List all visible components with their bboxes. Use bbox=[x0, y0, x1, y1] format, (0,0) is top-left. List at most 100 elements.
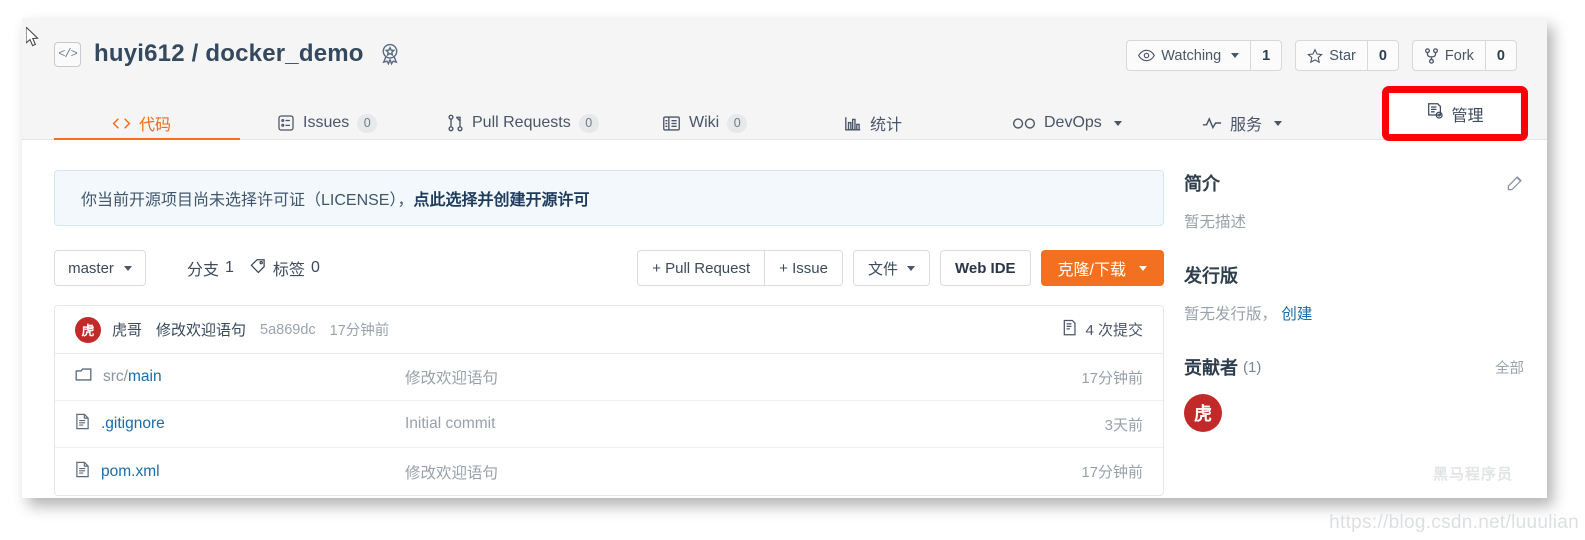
repo-sidebar: 简介 暂无描述 发行版 暂无发行版， 创建 贡献者 (1) 全部 虎 bbox=[1184, 170, 1524, 462]
wiki-icon bbox=[662, 115, 681, 132]
repo-owner-link[interactable]: huyi612 bbox=[94, 40, 185, 67]
chevron-down-icon bbox=[906, 265, 915, 271]
tag-icon bbox=[250, 258, 267, 279]
commit-message[interactable]: 修改欢迎语句 bbox=[156, 319, 246, 340]
commits-icon bbox=[1062, 319, 1078, 340]
repo-header: </> huyi612 / docker_demo Watching 1 Sta… bbox=[22, 18, 1547, 142]
tag-stat-value: 0 bbox=[310, 259, 320, 276]
watch-label: Watching bbox=[1161, 47, 1222, 64]
tab-manage[interactable]: 管理 bbox=[1390, 94, 1520, 133]
fork-label: Fork bbox=[1444, 47, 1474, 64]
contributors-all-link[interactable]: 全部 bbox=[1495, 357, 1524, 378]
new-pull-request-button[interactable]: + Pull Request bbox=[637, 250, 765, 286]
brand-watermark: 黑马程序员 bbox=[1432, 466, 1513, 483]
contributors-title-text: 贡献者 bbox=[1184, 358, 1238, 378]
tab-statistics[interactable]: 统计 bbox=[844, 106, 902, 140]
star-count: 0 bbox=[1366, 40, 1399, 71]
branch-selector-label: master bbox=[68, 259, 114, 277]
eye-icon bbox=[1138, 49, 1156, 62]
sidebar-about-title: 简介 bbox=[1184, 170, 1524, 196]
clone-download-label: 克隆/下载 bbox=[1057, 262, 1126, 279]
repo-body: 你当前开源项目尚未选择许可证（LICENSE）， 点此选择并创建开源许可 mas… bbox=[22, 140, 1547, 498]
file-name-link[interactable]: .gitignore bbox=[101, 415, 165, 433]
tab-statistics-label: 统计 bbox=[870, 117, 903, 134]
watch-count: 1 bbox=[1250, 40, 1283, 71]
commit-count-link[interactable]: 4 次提交 bbox=[1062, 319, 1143, 340]
repo-breadcrumb: </> huyi612 / docker_demo bbox=[54, 40, 403, 68]
tab-pr-label: Pull Requests bbox=[472, 114, 571, 131]
releases-empty-text: 暂无发行版， bbox=[1184, 306, 1278, 323]
chevron-down-icon bbox=[1139, 265, 1147, 271]
star-button[interactable]: Star bbox=[1295, 40, 1367, 71]
chevron-down-icon bbox=[1113, 120, 1122, 126]
service-icon bbox=[1202, 116, 1222, 130]
sidebar-releases-title: 发行版 bbox=[1184, 266, 1238, 286]
tab-manage-label: 管理 bbox=[1451, 107, 1484, 125]
fork-button-group[interactable]: Fork 0 bbox=[1411, 40, 1517, 71]
create-release-link[interactable]: 创建 bbox=[1281, 306, 1312, 323]
branch-count-link[interactable]: 分支 1 bbox=[166, 256, 234, 280]
file-name-cell[interactable]: src/main bbox=[75, 367, 405, 387]
file-name-cell[interactable]: pom.xml bbox=[75, 461, 405, 483]
tab-issues-count: 0 bbox=[357, 113, 378, 133]
fork-button[interactable]: Fork bbox=[1411, 40, 1485, 71]
contributors-count: (1) bbox=[1243, 358, 1262, 376]
contributor-avatar-list: 虎 bbox=[1184, 394, 1524, 432]
files-menu-button[interactable]: 文件 bbox=[852, 250, 930, 286]
chevron-down-icon bbox=[123, 265, 132, 271]
table-row[interactable]: pom.xml 修改欢迎语句 17分钟前 bbox=[55, 448, 1163, 495]
commit-sha[interactable]: 5a869dc bbox=[260, 322, 316, 338]
commit-author[interactable]: 虎哥 bbox=[112, 319, 142, 340]
award-badge-icon[interactable] bbox=[377, 41, 403, 67]
pencil-icon[interactable] bbox=[1506, 174, 1524, 192]
tab-pr-count: 0 bbox=[578, 113, 599, 133]
file-name-cell[interactable]: .gitignore bbox=[75, 413, 405, 435]
tab-pull-requests[interactable]: Pull Requests 0 bbox=[447, 106, 599, 140]
new-issue-button[interactable]: + Issue bbox=[764, 250, 843, 286]
repo-page-shell: </> huyi612 / docker_demo Watching 1 Sta… bbox=[22, 18, 1547, 498]
file-commit-message: 修改欢迎语句 bbox=[405, 464, 499, 482]
license-banner-text: 你当前开源项目尚未选择许可证（LICENSE）， bbox=[81, 192, 414, 209]
about-title-text: 简介 bbox=[1184, 174, 1220, 194]
tab-issues[interactable]: Issues 0 bbox=[277, 106, 378, 140]
file-path-link[interactable]: main bbox=[128, 368, 162, 385]
file-commit-message: Initial commit bbox=[405, 415, 496, 432]
file-commit-message: 修改欢迎语句 bbox=[405, 370, 499, 387]
avatar[interactable]: 虎 bbox=[1184, 394, 1222, 432]
branch-selector[interactable]: master bbox=[54, 250, 146, 286]
tag-count-link[interactable]: 标签 0 bbox=[250, 256, 320, 280]
file-path-prefix: src/ bbox=[103, 368, 128, 385]
fork-count: 0 bbox=[1484, 40, 1517, 71]
repo-header-actions: Watching 1 Star 0 Fork 0 bbox=[1126, 40, 1517, 71]
branch-stat-value: 1 bbox=[225, 259, 234, 276]
watch-button[interactable]: Watching bbox=[1126, 40, 1251, 71]
tag-stat-label: 标签 bbox=[272, 262, 305, 279]
license-create-link[interactable]: 点此选择并创建开源许可 bbox=[413, 186, 589, 210]
file-name-link[interactable]: pom.xml bbox=[101, 463, 160, 481]
pr-icon bbox=[447, 114, 464, 132]
repo-nav-tabs: 代码 Issues 0 Pull Requests 0 Wiki 0 统计 De… bbox=[22, 106, 1547, 142]
branch-tag-stats: 分支 1 标签 0 bbox=[166, 250, 320, 286]
tab-code[interactable]: 代码 bbox=[112, 106, 171, 140]
web-ide-button[interactable]: Web IDE bbox=[939, 250, 1031, 286]
tab-services[interactable]: 服务 bbox=[1202, 106, 1283, 140]
avatar[interactable]: 虎 bbox=[75, 316, 101, 343]
code-icon bbox=[112, 116, 131, 131]
manage-icon bbox=[1426, 102, 1444, 125]
sidebar-releases-section: 发行版 暂无发行版， 创建 bbox=[1184, 262, 1524, 324]
clone-download-button[interactable]: 克隆/下载 bbox=[1040, 250, 1164, 286]
file-icon bbox=[75, 461, 90, 483]
sidebar-contributors-title: 贡献者 (1) 全部 bbox=[1184, 354, 1524, 380]
file-commit-time: 17分钟前 bbox=[1081, 464, 1143, 481]
watch-button-group[interactable]: Watching 1 bbox=[1126, 40, 1283, 71]
star-label: Star bbox=[1329, 47, 1356, 64]
file-commit-time: 3天前 bbox=[1104, 416, 1143, 434]
tab-wiki[interactable]: Wiki 0 bbox=[662, 106, 748, 140]
file-icon bbox=[75, 413, 90, 435]
table-row[interactable]: src/main 修改欢迎语句 17分钟前 bbox=[55, 354, 1163, 401]
repo-name-link[interactable]: docker_demo bbox=[205, 40, 363, 67]
table-row[interactable]: .gitignore Initial commit 3天前 bbox=[55, 401, 1163, 448]
tab-devops[interactable]: DevOps bbox=[1012, 106, 1122, 140]
branch-stat-label: 分支 bbox=[187, 262, 220, 279]
star-button-group[interactable]: Star 0 bbox=[1295, 40, 1399, 71]
